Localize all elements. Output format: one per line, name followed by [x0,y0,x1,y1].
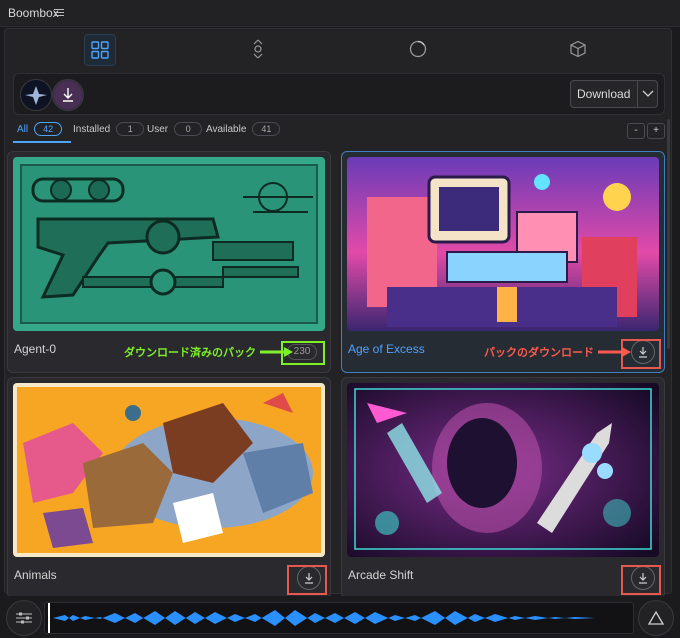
circle-view-button[interactable] [403,34,433,64]
agent-logo-icon [22,81,50,109]
chevron-down-icon[interactable] [638,90,657,98]
pack-artwork-arcade-shift [347,383,659,557]
pack-artwork-animals [13,383,325,557]
arrow-right-icon [598,347,631,357]
grid-icon [91,41,109,59]
toggle-panel-button[interactable] [638,600,674,636]
pack-card-animals[interactable]: Animals [7,377,331,599]
app-title: Boombox [8,6,59,20]
cube-view-button[interactable] [563,34,593,64]
pack-name: Age of Excess [348,342,425,356]
pack-avatar-download[interactable] [52,79,84,111]
circle-icon [409,40,427,58]
count-badge: 1 [116,122,145,136]
pack-avatar-agent[interactable] [20,79,52,111]
tab-available[interactable]: Available 41 [206,122,281,136]
cube-icon [570,40,586,58]
zoom-out-button[interactable]: - [627,123,645,139]
zoom-in-button[interactable]: + [647,123,665,139]
grid-view-button[interactable] [84,34,116,66]
count-badge: 41 [252,122,281,136]
arrow-right-icon [260,347,293,357]
download-dropdown[interactable]: Download [570,80,658,108]
title-bar: Boombox [0,0,680,27]
pack-artwork-agent-0 [13,157,325,331]
mic-search-button[interactable] [243,34,273,64]
count-badge: 0 [174,122,203,136]
download-icon [54,81,82,109]
triangle-up-icon [647,610,665,625]
pack-name: Arcade Shift [348,568,414,582]
toolbar: Download [13,73,665,115]
tab-user[interactable]: User 0 [147,122,203,136]
count-badge: 42 [34,122,63,136]
waveform-scrubber[interactable] [44,602,634,634]
player-bar [0,596,680,638]
highlight-download-button-animals [287,565,327,595]
highlight-download-button-arcade-shift [621,565,661,595]
mixer-button[interactable] [6,600,42,636]
pack-name: Animals [14,568,57,582]
tab-installed[interactable]: Installed 1 [73,122,145,136]
annotation-download-pack: パックのダウンロード [484,344,632,360]
waveform [48,603,630,633]
tab-all[interactable]: All 42 [17,122,63,136]
top-nav [5,29,671,69]
pack-artwork-age-of-excess [347,157,659,331]
sliders-icon [16,612,32,624]
pack-name: Agent-0 [14,342,57,356]
filter-tabs: All 42 Installed 1 User 0 Available 41 [5,119,671,143]
mic-search-icon [253,39,263,59]
scrollbar[interactable] [667,119,670,349]
main-panel: Download All 42 Installed 1 User 0 Avail… [4,28,672,599]
pack-card-agent-0[interactable]: Agent-0 230 [7,151,331,373]
download-label: Download [577,87,631,101]
annotation-downloaded-pack: ダウンロード済みのパック [124,344,294,360]
pack-card-arcade-shift[interactable]: Arcade Shift [341,377,665,599]
hamburger-menu-icon[interactable] [54,7,64,17]
active-tab-underline [13,141,71,143]
pack-card-age-of-excess[interactable]: Age of Excess [341,151,665,373]
